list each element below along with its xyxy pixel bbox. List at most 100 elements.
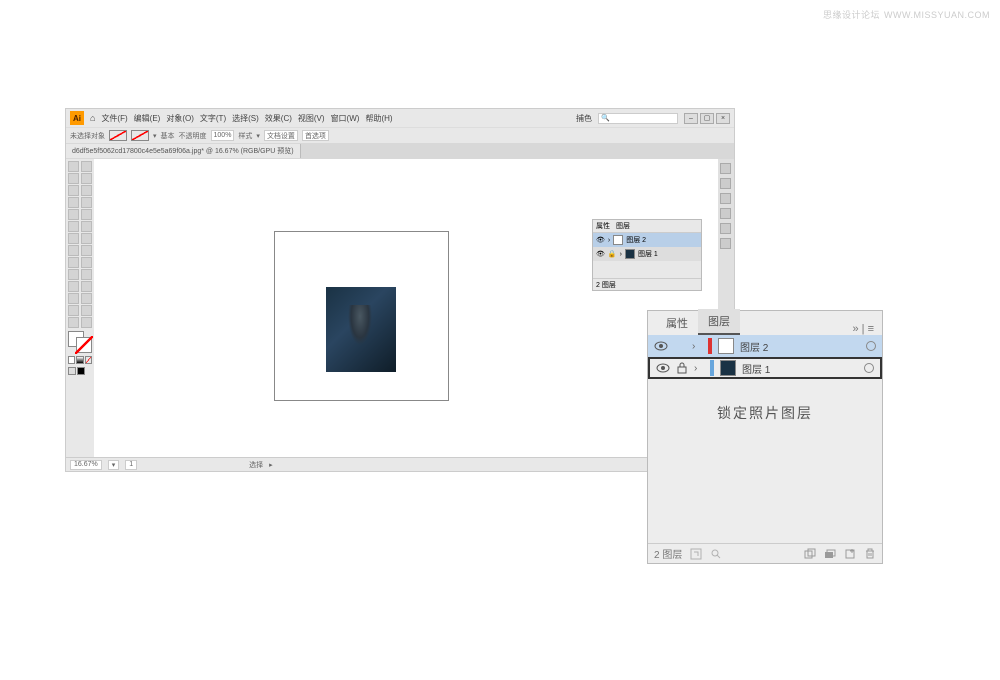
layer-name[interactable]: 图层 2 <box>740 339 768 354</box>
essential-label[interactable]: 捕色 <box>576 113 592 124</box>
new-sublayer-icon[interactable] <box>824 548 836 560</box>
layer-row[interactable]: › 图层 2 <box>648 335 882 357</box>
canvas[interactable]: 属性图层 👁›图层 2 👁🔒›图层 1 2 图层 <box>94 159 718 457</box>
menu-object[interactable]: 对象(O) <box>166 113 194 124</box>
dock-icon[interactable] <box>720 163 731 174</box>
perspective-tool[interactable] <box>68 257 79 268</box>
panel-menu-icon[interactable]: » | ≡ <box>852 323 874 335</box>
free-transform-tool[interactable] <box>68 245 79 256</box>
brush-tool[interactable] <box>68 209 79 220</box>
mini-tab-layers[interactable]: 图层 <box>616 221 630 231</box>
pencil-tool[interactable] <box>81 209 92 220</box>
menu-view[interactable]: 视图(V) <box>298 113 325 124</box>
search-input[interactable]: 🔍 <box>598 113 678 124</box>
illustrator-window: Ai ⌂ 文件(F) 编辑(E) 对象(O) 文字(T) 选择(S) 效果(C)… <box>65 108 735 472</box>
dock-icon[interactable] <box>720 193 731 204</box>
target-icon[interactable] <box>866 341 876 351</box>
menu-window[interactable]: 窗口(W) <box>331 113 360 124</box>
expand-icon[interactable]: › <box>692 341 702 352</box>
menu-select[interactable]: 选择(S) <box>232 113 259 124</box>
menu-effect[interactable]: 效果(C) <box>265 113 292 124</box>
mini-layer-row[interactable]: 👁›图层 2 <box>593 233 701 247</box>
blend-tool[interactable] <box>68 281 79 292</box>
dock-icon[interactable] <box>720 208 731 219</box>
export-icon[interactable] <box>690 548 702 560</box>
dock-icon[interactable] <box>720 223 731 234</box>
mini-layers-panel: 属性图层 👁›图层 2 👁🔒›图层 1 2 图层 <box>592 219 702 291</box>
tab-properties[interactable]: 属性 <box>656 311 698 335</box>
pen-tool[interactable] <box>68 185 79 196</box>
watermark: 思缘设计论坛WWW.MISSYUAN.COM <box>819 8 990 21</box>
screen-mode-icon[interactable] <box>68 367 76 375</box>
selection-tool[interactable] <box>68 161 79 172</box>
visibility-icon[interactable] <box>656 361 670 375</box>
status-bar: 16.67% ▾ 1 选择 ▸ <box>66 457 734 471</box>
app-logo: Ai <box>70 111 84 125</box>
new-layer-icon[interactable] <box>844 548 856 560</box>
none-mode-icon[interactable] <box>85 356 92 364</box>
slice-tool[interactable] <box>68 305 79 316</box>
symbol-tool[interactable] <box>81 281 92 292</box>
doc-setup-button[interactable]: 文档设置 <box>264 130 298 141</box>
layers-panel: 属性 图层 » | ≡ › 图层 2 › 图层 1 锁定照片图层 2 图层 <box>647 310 883 564</box>
menu-bar: Ai ⌂ 文件(F) 编辑(E) 对象(O) 文字(T) 选择(S) 效果(C)… <box>66 109 734 127</box>
document-tabs: d6df5e5f5062cd17800c4e5e5a69f06a.jpg* @ … <box>66 143 734 159</box>
mesh-tool[interactable] <box>81 257 92 268</box>
layer-row[interactable]: › 图层 1 <box>648 357 882 379</box>
delete-icon[interactable] <box>864 548 876 560</box>
tool-extra[interactable] <box>81 317 92 328</box>
style-label[interactable]: 样式 <box>238 131 252 141</box>
rotate-tool[interactable] <box>81 221 92 232</box>
scale-tool[interactable] <box>68 233 79 244</box>
rect-tool[interactable] <box>81 197 92 208</box>
menu-type[interactable]: 文字(T) <box>200 113 226 124</box>
magic-wand-tool[interactable] <box>68 173 79 184</box>
dock-icon[interactable] <box>720 178 731 189</box>
type-tool[interactable] <box>81 185 92 196</box>
menu-edit[interactable]: 编辑(E) <box>134 113 161 124</box>
make-clip-icon[interactable] <box>804 548 816 560</box>
graph-tool[interactable] <box>68 293 79 304</box>
direct-select-tool[interactable] <box>81 161 92 172</box>
gradient-mode-icon[interactable] <box>76 356 83 364</box>
layer-color-tag <box>708 338 712 354</box>
lasso-tool[interactable] <box>81 173 92 184</box>
mini-layer-row[interactable]: 👁🔒›图层 1 <box>593 247 701 261</box>
stroke-none-icon[interactable] <box>131 130 149 141</box>
fill-none-icon[interactable] <box>109 130 127 141</box>
line-tool[interactable] <box>68 197 79 208</box>
minimize-button[interactable]: – <box>684 113 698 124</box>
lock-icon[interactable] <box>676 362 688 374</box>
layer-thumbnail <box>718 338 734 354</box>
zoom-tool[interactable] <box>68 317 79 328</box>
fill-stroke-swatch[interactable] <box>68 331 92 353</box>
placed-image[interactable] <box>326 287 396 372</box>
target-icon[interactable] <box>864 363 874 373</box>
layer-name[interactable]: 图层 1 <box>742 361 770 376</box>
menu-help[interactable]: 帮助(H) <box>365 113 392 124</box>
dock-icon[interactable] <box>720 238 731 249</box>
hand-tool[interactable] <box>81 305 92 316</box>
shape-builder-tool[interactable] <box>81 245 92 256</box>
home-icon[interactable]: ⌂ <box>90 113 95 123</box>
tab-layers[interactable]: 图层 <box>698 309 740 335</box>
visibility-icon[interactable] <box>654 339 668 353</box>
mini-tab-props[interactable]: 属性 <box>596 221 610 231</box>
menu-file[interactable]: 文件(F) <box>101 113 127 124</box>
locate-icon[interactable] <box>710 548 722 560</box>
gradient-tool[interactable] <box>68 269 79 280</box>
stroke-basic[interactable]: 基本 <box>161 131 175 141</box>
color-mode-icon[interactable] <box>68 356 75 364</box>
maximize-button[interactable]: ▢ <box>700 113 714 124</box>
expand-icon[interactable]: › <box>694 363 704 374</box>
zoom-level[interactable]: 100% <box>211 130 235 141</box>
document-tab[interactable]: d6df5e5f5062cd17800c4e5e5a69f06a.jpg* @ … <box>66 144 301 158</box>
eyedropper-tool[interactable] <box>81 269 92 280</box>
eraser-tool[interactable] <box>68 221 79 232</box>
artboard-tool[interactable] <box>81 293 92 304</box>
prefs-button[interactable]: 首选项 <box>302 130 329 141</box>
draw-mode-icon[interactable] <box>77 367 85 375</box>
status-zoom[interactable]: 16.67% <box>70 460 102 470</box>
close-button[interactable]: × <box>716 113 730 124</box>
width-tool[interactable] <box>81 233 92 244</box>
